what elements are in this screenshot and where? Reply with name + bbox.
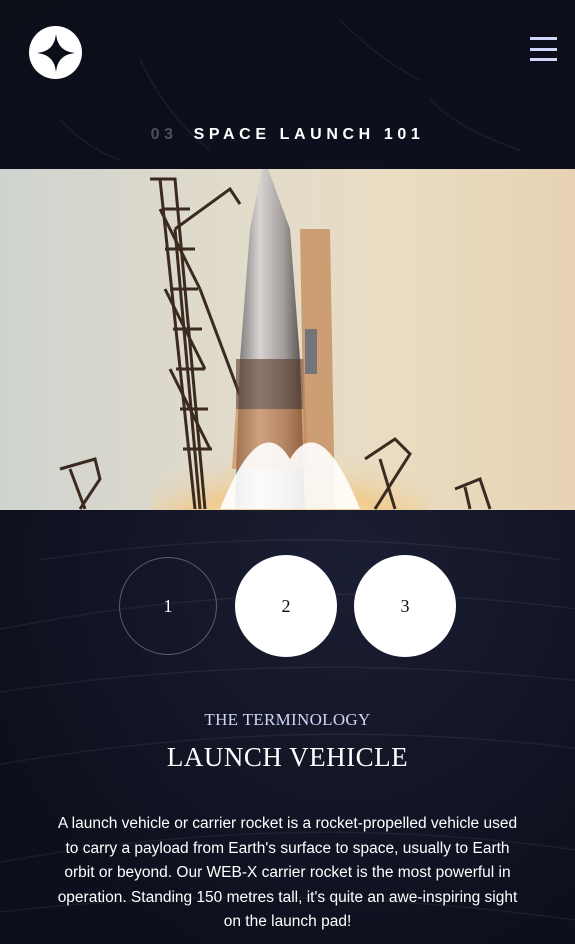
menu-line bbox=[530, 37, 557, 40]
step-label: 1 bbox=[163, 595, 173, 616]
page-heading: 03 SPACE LAUNCH 101 bbox=[0, 126, 575, 144]
hamburger-menu-icon[interactable] bbox=[530, 37, 557, 61]
menu-line bbox=[530, 47, 557, 51]
rocket-launch-illustration bbox=[59, 169, 492, 510]
step-label: 2 bbox=[281, 595, 291, 616]
page-title: SPACE LAUNCH 101 bbox=[193, 126, 425, 143]
terminology-subheading: THE TERMINOLOGY bbox=[204, 710, 371, 729]
step-button-2[interactable]: 2 bbox=[235, 555, 337, 657]
rocket-launch-image bbox=[0, 169, 575, 510]
page-number: 03 bbox=[150, 126, 178, 143]
vehicle-title: LAUNCH VEHICLE bbox=[166, 742, 409, 772]
star-logo-icon bbox=[36, 33, 75, 72]
page-container: 03 SPACE LAUNCH 101 1 2 3 THE TERMINOLOG… bbox=[0, 0, 575, 944]
logo[interactable] bbox=[29, 26, 82, 79]
step-button-1[interactable]: 1 bbox=[119, 557, 217, 655]
vehicle-description: A launch vehicle or carrier rocket is a … bbox=[57, 815, 518, 930]
step-label: 3 bbox=[400, 595, 410, 616]
menu-line bbox=[530, 58, 557, 61]
step-button-3[interactable]: 3 bbox=[354, 555, 456, 657]
